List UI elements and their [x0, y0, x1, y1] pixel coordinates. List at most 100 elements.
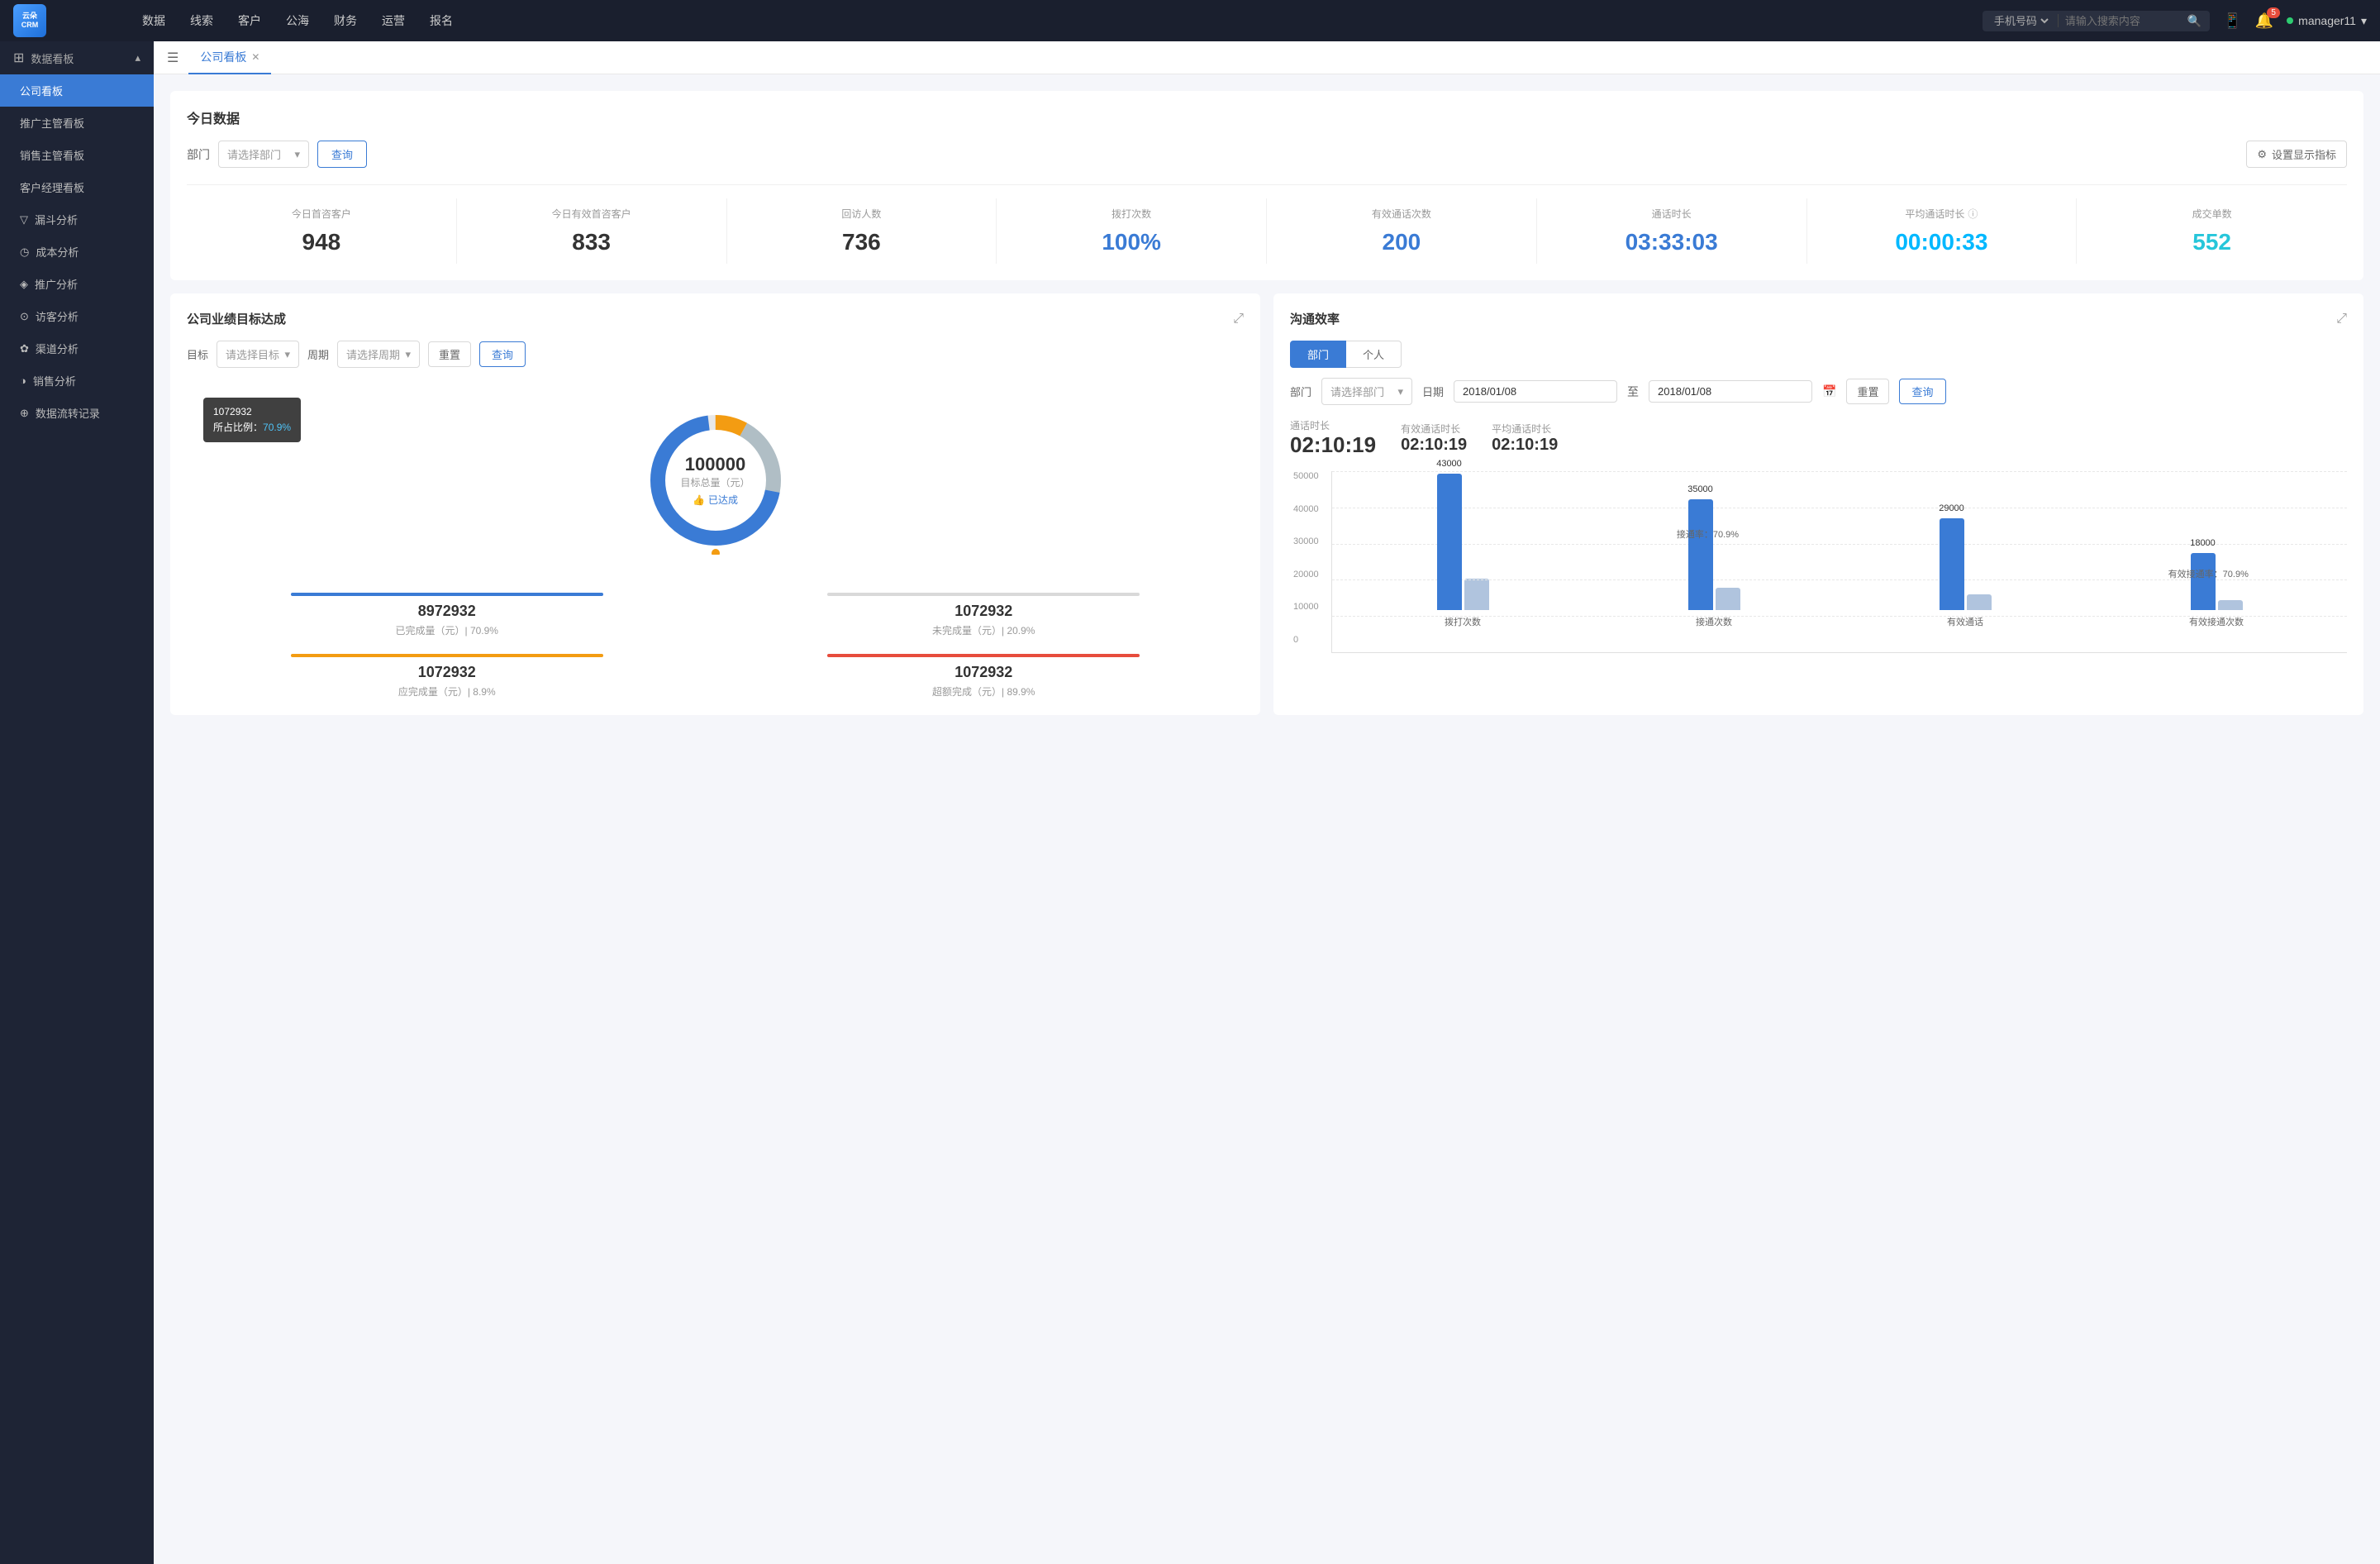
sidebar-item-label: 数据流转记录: [36, 405, 100, 421]
user-status-dot: [2287, 17, 2293, 24]
bar-4b[interactable]: [2218, 600, 2243, 610]
nav-menu: 数据 线索 客户 公海 财务 运营 报名: [132, 7, 1963, 34]
nav-customers[interactable]: 客户: [228, 7, 271, 34]
eff-date-from[interactable]: [1454, 380, 1617, 403]
nav-open-sea[interactable]: 公海: [276, 7, 319, 34]
username-label: manager11: [2298, 14, 2356, 27]
sidebar-item-promo-manager[interactable]: 推广主管看板: [0, 107, 154, 139]
metric-dial-count: 拨打次数 100%: [997, 198, 1267, 264]
metric-label: 今日首咨客户: [193, 207, 450, 221]
calendar-icon[interactable]: 📅: [1822, 384, 1836, 398]
tab-individual[interactable]: 个人: [1346, 341, 1402, 368]
bar-x-label: 有效接通次数: [2189, 615, 2244, 628]
stat-value: 1072932: [187, 664, 707, 681]
chevron-down-icon: ▾: [294, 148, 300, 161]
expand-icon[interactable]: ⤢: [1233, 312, 1244, 327]
sidebar-item-account-manager[interactable]: 客户经理看板: [0, 171, 154, 203]
metrics-row: 今日首咨客户 948 今日有效首咨客户 833 回访人数 736 拨打次数 10…: [187, 184, 2347, 264]
eff-query-button[interactable]: 查询: [1899, 379, 1945, 404]
bar-pair-2: 接通率：70.9% 35000: [1590, 499, 1838, 610]
bar-2b[interactable]: [1716, 588, 1740, 610]
metric-effective-calls: 有效通话次数 200: [1267, 198, 1537, 264]
sidebar-item-promo-analysis[interactable]: ◈ 推广分析: [0, 268, 154, 300]
nav-data[interactable]: 数据: [132, 7, 175, 34]
bar-3a[interactable]: [1940, 518, 1964, 610]
sidebar-item-cost[interactable]: ◷ 成本分析: [0, 236, 154, 268]
search-box: 手机号码 🔍: [1983, 11, 2210, 31]
bar-1a[interactable]: [1437, 474, 1462, 610]
nav-finance[interactable]: 财务: [324, 7, 367, 34]
sidebar-group-data-dashboard[interactable]: ⊞ 数据看板 ▴: [0, 41, 154, 74]
goal-query-button[interactable]: 查询: [479, 341, 526, 367]
nav-signup[interactable]: 报名: [420, 7, 463, 34]
bar-groups: 43000 拨打次数: [1332, 471, 2347, 628]
sidebar-item-data-flow[interactable]: ⊕ 数据流转记录: [0, 397, 154, 429]
goal-panel-header: 公司业绩目标达成 ⤢: [187, 310, 1244, 327]
visitor-icon: ⊙: [20, 310, 29, 323]
metric-value: 552: [2083, 229, 2340, 255]
bar-x-label: 拨打次数: [1445, 615, 1481, 628]
tab-label: 公司看板: [200, 49, 246, 65]
eff-reset-button[interactable]: 重置: [1846, 379, 1889, 404]
tab-company-board[interactable]: 公司看板 ✕: [188, 41, 271, 74]
bar-1b[interactable]: [1464, 579, 1489, 610]
expand-icon[interactable]: ⤢: [2336, 312, 2347, 327]
bar-2a[interactable]: [1688, 499, 1713, 610]
period-placeholder: 请选择周期: [346, 346, 400, 362]
metric-value: 833: [464, 229, 720, 255]
efficiency-stats: 通话时长 02:10:19 有效通话时长 02:10:19 平均通话时长 02:…: [1290, 418, 2347, 458]
stat-bar-should: [291, 654, 603, 657]
bar-4a[interactable]: [2191, 553, 2216, 610]
metric-label: 有效通话次数: [1273, 207, 1530, 221]
annotation-effective-rate: 有效接通率：70.9%: [2168, 567, 2249, 580]
dept-select[interactable]: 请选择部门 ▾: [218, 141, 309, 168]
search-type-select[interactable]: 手机号码: [1991, 14, 2051, 28]
today-query-button[interactable]: 查询: [317, 141, 367, 168]
eff-date-to[interactable]: [1649, 380, 1812, 403]
notification-icon[interactable]: 🔔 5: [2255, 12, 2273, 30]
goal-reset-button[interactable]: 重置: [428, 341, 471, 367]
metric-revisit: 回访人数 736: [727, 198, 997, 264]
y-label-40000: 40000: [1293, 504, 1319, 514]
y-label-20000: 20000: [1293, 570, 1319, 579]
sidebar-item-company-board[interactable]: 公司看板: [0, 74, 154, 107]
tab-close-icon[interactable]: ✕: [251, 51, 259, 63]
sidebar-item-visitor[interactable]: ⊙ 访客分析: [0, 300, 154, 332]
search-divider: [2058, 14, 2059, 27]
bar-container: 43000: [1437, 474, 1462, 610]
goal-panel: 公司业绩目标达成 ⤢ 目标 请选择目标 ▾ 周期 请选择周期 ▾: [170, 293, 1260, 715]
stat-bar-completed: [291, 593, 603, 596]
nav-operations[interactable]: 运营: [372, 7, 415, 34]
tab-dept[interactable]: 部门: [1290, 341, 1346, 368]
stat-desc: 应完成量（元）| 8.9%: [187, 684, 707, 699]
settings-display-button[interactable]: ⚙ 设置显示指标: [2246, 141, 2347, 168]
bar-3b[interactable]: [1967, 594, 1992, 610]
eff-stat-label: 通话时长: [1290, 418, 1376, 432]
stat-value: 1072932: [724, 603, 1245, 620]
eff-stat-avg-duration: 平均通话时长 02:10:19: [1492, 422, 1558, 455]
goal-panel-title: 公司业绩目标达成: [187, 310, 286, 327]
sidebar-item-sales-manager[interactable]: 销售主管看板: [0, 139, 154, 171]
chevron-down-icon: ▾: [2361, 14, 2367, 28]
user-menu[interactable]: manager11 ▾: [2287, 14, 2367, 28]
eff-dept-select[interactable]: 请选择部门 ▾: [1321, 378, 1412, 405]
sidebar-item-funnel[interactable]: ▽ 漏斗分析: [0, 203, 154, 236]
sidebar-item-channel[interactable]: ✿ 渠道分析: [0, 332, 154, 365]
efficiency-panel-title: 沟通效率: [1290, 310, 1340, 327]
search-input[interactable]: [2065, 15, 2181, 27]
nav-leads[interactable]: 线索: [180, 7, 223, 34]
bar-value-label: 29000: [1939, 503, 1964, 513]
search-icon[interactable]: 🔍: [2187, 14, 2202, 28]
sidebar-item-sales-analysis[interactable]: ◑ 销售分析: [0, 365, 154, 397]
sidebar-item-label: 推广主管看板: [20, 115, 84, 131]
eff-dept-placeholder: 请选择部门: [1330, 384, 1384, 399]
menu-toggle-icon[interactable]: ☰: [167, 50, 178, 66]
device-icon[interactable]: 📱: [2223, 12, 2241, 30]
stat-completed: 8972932 已完成量（元）| 70.9%: [187, 593, 707, 637]
y-label-50000: 50000: [1293, 471, 1319, 481]
goal-select[interactable]: 请选择目标 ▾: [217, 341, 299, 368]
metric-value: 200: [1273, 229, 1530, 255]
eff-stat-call-duration: 通话时长 02:10:19: [1290, 418, 1376, 458]
period-select[interactable]: 请选择周期 ▾: [337, 341, 420, 368]
top-navigation: 云朵CRM 数据 线索 客户 公海 财务 运营 报名 手机号码 🔍 📱 🔔 5 …: [0, 0, 2380, 41]
